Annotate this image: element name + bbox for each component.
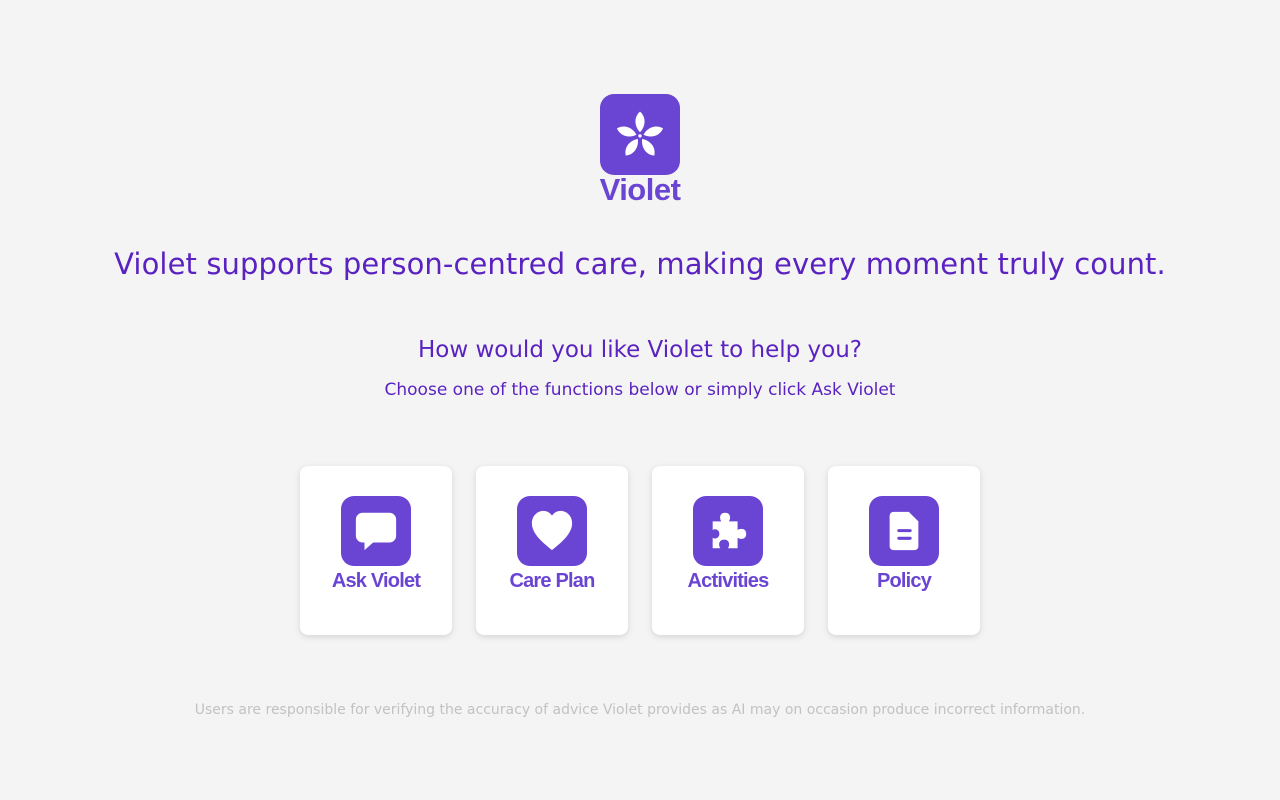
ai-disclaimer: Users are responsible for verifying the … [194,702,1086,718]
violet-logo [600,94,680,175]
heart-icon [531,510,573,551]
policy-card[interactable]: Policy [828,466,980,635]
function-cards: Ask Violet Care Plan Activities Policy [300,466,980,635]
ask-violet-icon-tile [341,496,411,566]
ask-violet-label: Ask Violet [331,570,421,592]
flower-icon [616,111,664,156]
puzzle-piece-icon [712,512,747,549]
landing-page: Violet Violet supports person-centred ca… [0,0,1280,800]
care-plan-icon-tile [517,496,587,566]
brand-name: Violet [599,172,681,207]
document-icon [889,511,919,551]
help-subtitle: Choose one of the functions below or sim… [384,380,896,400]
chat-bubble-icon [355,512,397,551]
care-plan-label: Care Plan [509,570,595,592]
activities-card[interactable]: Activities [652,466,804,635]
activities-label: Activities [687,570,770,592]
tagline: Violet supports person-centred care, mak… [114,247,1166,281]
policy-icon-tile [869,496,939,566]
care-plan-card[interactable]: Care Plan [476,466,628,635]
policy-label: Policy [876,570,932,592]
help-question: How would you like Violet to help you? [417,337,863,363]
ask-violet-card[interactable]: Ask Violet [300,466,452,635]
activities-icon-tile [693,496,763,566]
